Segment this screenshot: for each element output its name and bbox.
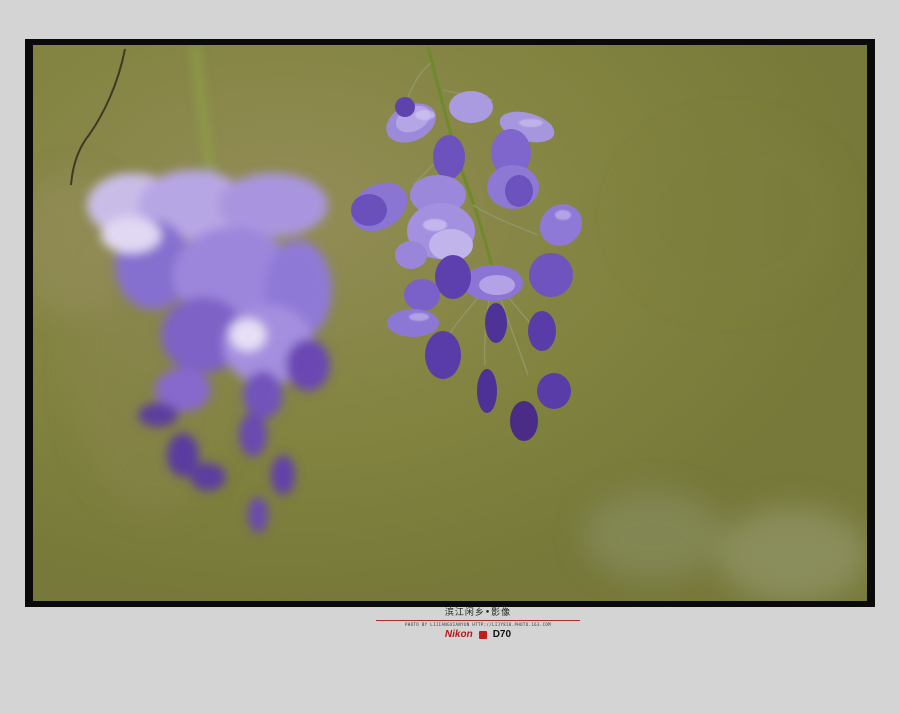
seal-icon <box>478 631 487 639</box>
caption-credit: PHOTO BY LIJIANGXIANYUN HTTP://LIJY818.P… <box>404 622 552 627</box>
photo-frame <box>25 39 875 607</box>
photo <box>33 45 867 601</box>
camera-model: D70 <box>492 629 512 640</box>
wisteria-photo <box>33 45 867 601</box>
caption-title: 滨江闲乡•影像 <box>444 608 512 618</box>
caption-divider <box>376 620 580 621</box>
caption-camera: Nikon D70 <box>376 629 580 641</box>
photo-caption: 滨江闲乡•影像 PHOTO BY LIJIANGXIANYUN HTTP://L… <box>376 608 580 642</box>
camera-brand: Nikon <box>444 629 473 640</box>
